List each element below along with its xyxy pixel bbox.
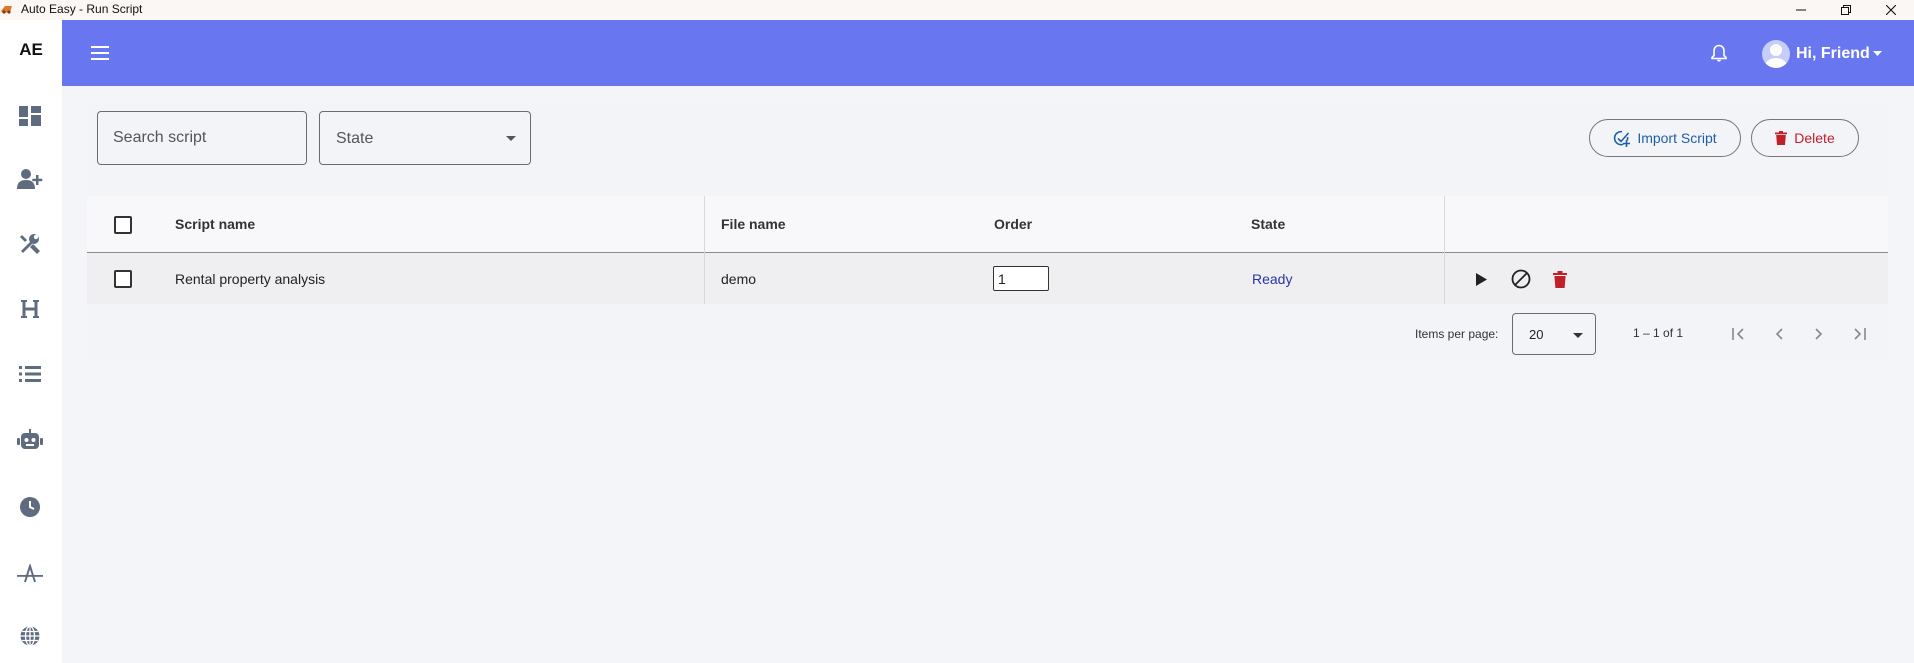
sidebar-item-dashboard[interactable] [15, 101, 45, 131]
sidebar-item-globe[interactable] [15, 621, 45, 651]
import-script-button[interactable]: Import Script [1589, 119, 1741, 157]
user-greeting: Hi, Friend [1796, 45, 1870, 62]
sidebar-item-font[interactable] [15, 559, 45, 589]
last-page-button[interactable] [1847, 322, 1871, 346]
sidebar-item-heading[interactable] [15, 294, 45, 324]
items-per-page-value: 20 [1529, 327, 1544, 342]
trash-icon [1775, 131, 1788, 145]
column-header-state[interactable]: State [1251, 216, 1285, 232]
paginator [87, 304, 1888, 360]
dropdown-arrow-icon [1573, 333, 1583, 338]
menu-toggle-button[interactable] [86, 39, 114, 67]
state-filter-label: State [336, 130, 374, 147]
chevron-down-icon [1872, 51, 1882, 56]
user-menu[interactable]: Hi, Friend [1762, 39, 1882, 69]
column-divider [1444, 196, 1445, 304]
page-range-label: 1 – 1 of 1 [1633, 326, 1684, 340]
font-icon [17, 564, 43, 583]
sidebar-item-list[interactable] [15, 359, 45, 389]
avatar [1762, 40, 1790, 68]
sidebar-item-clock[interactable] [15, 492, 45, 522]
chevron-right-icon [1815, 328, 1823, 340]
import-icon [1614, 130, 1631, 147]
disable-script-button[interactable] [1508, 266, 1534, 292]
column-divider [704, 196, 705, 304]
select-all-checkbox[interactable] [114, 216, 132, 234]
sidebar-item-add-user[interactable] [15, 164, 45, 194]
play-icon [1475, 272, 1487, 286]
window-titlebar: Auto Easy - Run Script [0, 0, 1914, 20]
run-script-button[interactable] [1468, 266, 1494, 292]
restore-button[interactable] [1826, 0, 1866, 20]
next-page-button[interactable] [1807, 322, 1831, 346]
column-header-file-name[interactable]: File name [721, 216, 786, 232]
close-button[interactable] [1871, 0, 1911, 20]
minimize-button[interactable] [1781, 0, 1821, 20]
first-page-button[interactable] [1727, 322, 1751, 346]
dashboard-icon [19, 106, 41, 126]
block-icon [1511, 269, 1531, 289]
sidebar-item-tools[interactable] [15, 229, 45, 259]
column-header-order[interactable]: Order [994, 216, 1032, 232]
window-title: Auto Easy - Run Script [21, 2, 143, 16]
last-page-icon [1854, 328, 1866, 340]
globe-icon [20, 626, 40, 646]
previous-page-button[interactable] [1767, 322, 1791, 346]
sidebar: AE [0, 20, 62, 663]
dropdown-arrow-icon [506, 136, 516, 141]
minimize-icon [1796, 9, 1806, 11]
state-cell: Ready [1252, 271, 1293, 287]
heading-icon [21, 300, 39, 318]
items-per-page-select[interactable]: 20 [1512, 313, 1596, 355]
state-filter-select[interactable]: State [319, 111, 531, 165]
top-app-bar: Hi, Friend [62, 20, 1914, 86]
search-input[interactable] [97, 111, 307, 165]
notifications-button[interactable] [1707, 41, 1731, 65]
chevron-left-icon [1775, 328, 1783, 340]
add-user-icon [17, 169, 43, 189]
clock-icon [20, 497, 40, 517]
close-icon [1886, 5, 1896, 15]
trash-icon [1553, 270, 1567, 288]
list-icon [19, 366, 41, 382]
delete-row-button[interactable] [1547, 266, 1573, 292]
script-name-cell: Rental property analysis [175, 271, 326, 287]
table-row: Rental property analysis demo Ready [87, 253, 1888, 304]
file-name-cell: demo [721, 271, 757, 287]
sidebar-item-robot[interactable] [15, 425, 45, 455]
tools-icon [20, 234, 40, 254]
items-per-page-label: Items per page: [1415, 327, 1499, 341]
first-page-icon [1732, 328, 1744, 340]
delete-button[interactable]: Delete [1751, 119, 1859, 157]
app-icon [1, 6, 12, 14]
app-logo: AE [19, 40, 43, 59]
restore-icon [1841, 5, 1851, 15]
delete-label: Delete [1794, 130, 1835, 146]
user-avatar-icon [1765, 44, 1787, 68]
robot-icon [17, 429, 43, 449]
bell-icon [1711, 44, 1727, 62]
row-checkbox[interactable] [114, 270, 132, 288]
column-header-script-name[interactable]: Script name [175, 216, 255, 232]
hamburger-menu-icon [91, 46, 109, 60]
order-input[interactable] [993, 266, 1049, 291]
table-header: Script name File name Order State [87, 196, 1888, 253]
import-script-label: Import Script [1637, 130, 1717, 146]
